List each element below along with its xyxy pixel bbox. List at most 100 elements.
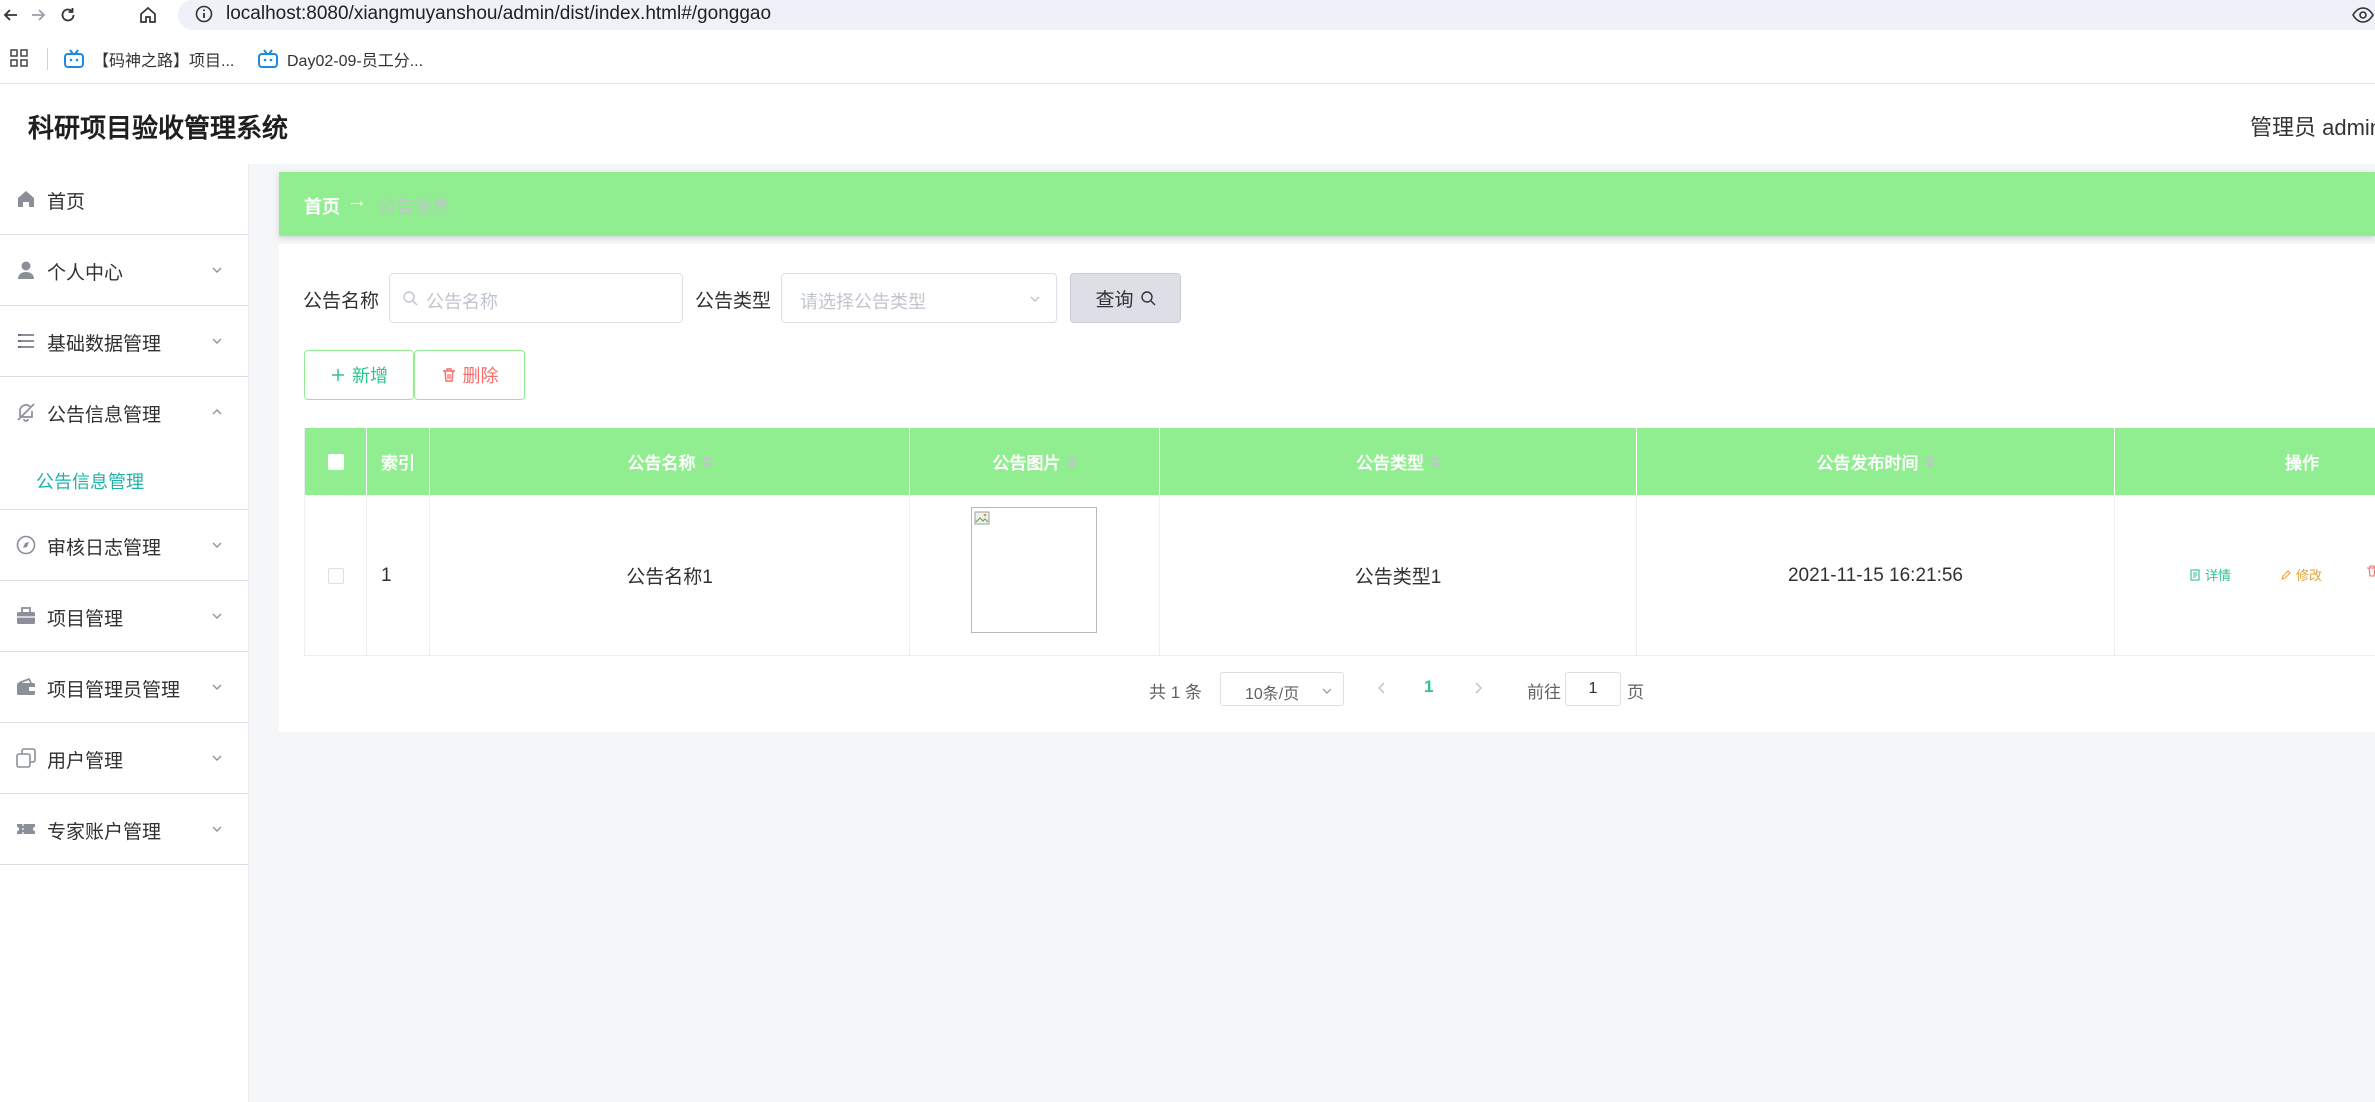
trash-icon [442, 368, 455, 382]
add-button[interactable]: 新增 [304, 350, 414, 400]
select-all-cell [305, 428, 367, 495]
briefcase-icon [17, 607, 35, 624]
back-button[interactable] [0, 2, 24, 28]
chevron-down-icon [212, 826, 222, 832]
url-text: localhost:8080/xiangmuyanshou/admin/dist… [226, 3, 772, 24]
sidebar-item-label: 个人中心 [47, 263, 124, 284]
cell-index: 1 [367, 495, 430, 656]
user-menu[interactable]: 管理员 admin [2250, 110, 2375, 142]
pagination-page[interactable]: 1 [1424, 677, 1433, 697]
table-row[interactable]: 1 公告名称1 公告类型1 2021-11-15 16:21:56 详情 修改 [305, 495, 2375, 656]
copy-icon [16, 748, 36, 768]
home-button[interactable] [135, 2, 161, 28]
sort-caret-icon[interactable] [1924, 455, 1935, 468]
broken-image-icon [974, 511, 990, 525]
chevron-right-icon[interactable] [1468, 678, 1488, 698]
query-button[interactable]: 查询 [1070, 273, 1181, 323]
sidebar-item-users[interactable]: 用户管理 [0, 723, 249, 794]
bookmarks-bar: 【码神之路】项目... Day02-09-员工分... [0, 34, 2375, 84]
column-header-label: 公告发布时间 [1816, 454, 1919, 473]
add-button-label: 新增 [352, 366, 388, 386]
sidebar-item-label: 项目管理 [47, 609, 124, 630]
notice-name-placeholder: 公告名称 [426, 292, 498, 312]
column-header-label: 操作 [2285, 454, 2319, 473]
column-header-label: 公告名称 [627, 454, 696, 473]
detail-link[interactable]: 详情 [2189, 565, 2231, 584]
reload-button[interactable] [55, 2, 81, 28]
pagination-goto-label: 前往 [1527, 683, 1561, 702]
column-header-label: 公告图片 [992, 454, 1061, 473]
info-icon[interactable] [194, 4, 214, 24]
reload-icon [61, 8, 75, 22]
table-header: 索引 公告名称 公告图片 公告类型 公告发布时间 操作 [305, 428, 2375, 495]
sidebar-item-auditlog[interactable]: 审核日志管理 [0, 510, 249, 581]
sidebar-item-project[interactable]: 项目管理 [0, 581, 249, 652]
bookmark-label: Day02-09-员工分... [287, 53, 424, 70]
column-header-time[interactable]: 公告发布时间 [1637, 428, 2115, 495]
pagination-total: 共 1 条 [1149, 683, 1202, 702]
bilibili-icon [258, 49, 278, 68]
search-icon [403, 291, 418, 306]
notice-name-input[interactable]: 公告名称 [389, 273, 683, 323]
sidebar-item-label: 公告信息管理 [47, 405, 162, 426]
app-header: 科研项目验收管理系统 管理员 admin [0, 84, 2375, 164]
sidebar-item-label: 专家账户管理 [47, 822, 162, 843]
forward-button[interactable] [25, 2, 51, 28]
edit-link[interactable]: 修改 [2280, 565, 2322, 584]
chevron-down-icon [212, 338, 222, 344]
delete-button[interactable]: 删除 [414, 350, 525, 400]
column-header-name[interactable]: 公告名称 [430, 428, 910, 495]
column-header-image[interactable]: 公告图片 [910, 428, 1160, 495]
chevron-down-icon [212, 684, 222, 690]
sidebar-item-label: 项目管理员管理 [47, 680, 181, 701]
sidebar-item-label: 用户管理 [47, 751, 124, 772]
query-button-label: 查询 [1095, 289, 1134, 311]
bookmark-mashen[interactable]: 【码神之路】项目... [63, 46, 234, 72]
column-header-type[interactable]: 公告类型 [1160, 428, 1637, 495]
sort-caret-icon[interactable] [701, 455, 712, 468]
chevron-down-icon [1322, 688, 1332, 694]
arrow-right-icon [32, 9, 46, 21]
sort-caret-icon[interactable] [1066, 455, 1077, 468]
sidebar-item-notice[interactable]: 公告信息管理 公告信息管理 [0, 377, 249, 510]
notice-type-select[interactable]: 请选择公告类型 [781, 273, 1057, 323]
chevron-left-icon[interactable] [1372, 678, 1392, 698]
sidebar-item-personal[interactable]: 个人中心 [0, 235, 249, 306]
cell-type: 公告类型1 [1160, 495, 1637, 656]
sort-caret-icon[interactable] [1430, 455, 1440, 468]
breadcrumb-home[interactable]: 首页 [304, 193, 340, 219]
select-all-checkbox[interactable] [327, 453, 344, 470]
pagination-goto-input[interactable]: 1 [1565, 672, 1621, 706]
notice-image[interactable] [971, 507, 1097, 633]
row-select-cell [305, 495, 367, 656]
trash-icon [2367, 565, 2375, 577]
page-size-select[interactable]: 10条/页 [1220, 672, 1344, 706]
notice-type-placeholder: 请选择公告类型 [800, 292, 926, 312]
bookmark-label: 【码神之路】项目... [93, 53, 235, 70]
cell-time: 2021-11-15 16:21:56 [1637, 495, 2115, 656]
row-checkbox[interactable] [327, 567, 344, 584]
sidebar-item-home[interactable]: 首页 [0, 164, 249, 235]
list-icon [18, 334, 34, 348]
address-bar[interactable]: localhost:8080/xiangmuyanshou/admin/dist… [178, 0, 2375, 30]
chevron-down-icon [212, 267, 222, 273]
sidebar-item-label: 首页 [47, 192, 86, 213]
sidebar-subitem-notice[interactable]: 公告信息管理 [0, 448, 249, 510]
sidebar: 首页 个人中心 基础数据管理 公告信息管理 公告信息管理 审核日志管理 项目管理… [0, 164, 249, 1102]
column-header-label: 公告类型 [1356, 454, 1424, 473]
apps-grid-icon[interactable] [9, 48, 29, 68]
column-header-index: 索引 [367, 428, 430, 495]
row-delete-link[interactable] [2366, 565, 2375, 577]
breadcrumb-current: 公告信息 [378, 197, 450, 217]
bookmark-day02[interactable]: Day02-09-员工分... [257, 46, 423, 72]
edit-link-label: 修改 [2296, 568, 2323, 583]
sidebar-item-expert[interactable]: 专家账户管理 [0, 794, 249, 865]
cell-name: 公告名称1 [430, 495, 910, 656]
chevron-down-icon [212, 542, 222, 548]
column-header-label: 索引 [381, 454, 415, 473]
eye-off-icon[interactable] [2352, 6, 2374, 24]
sidebar-item-basedata[interactable]: 基础数据管理 [0, 306, 249, 377]
sidebar-item-label: 审核日志管理 [47, 538, 162, 559]
sidebar-item-projectadmin[interactable]: 项目管理员管理 [0, 652, 249, 723]
search-icon [1140, 291, 1155, 306]
